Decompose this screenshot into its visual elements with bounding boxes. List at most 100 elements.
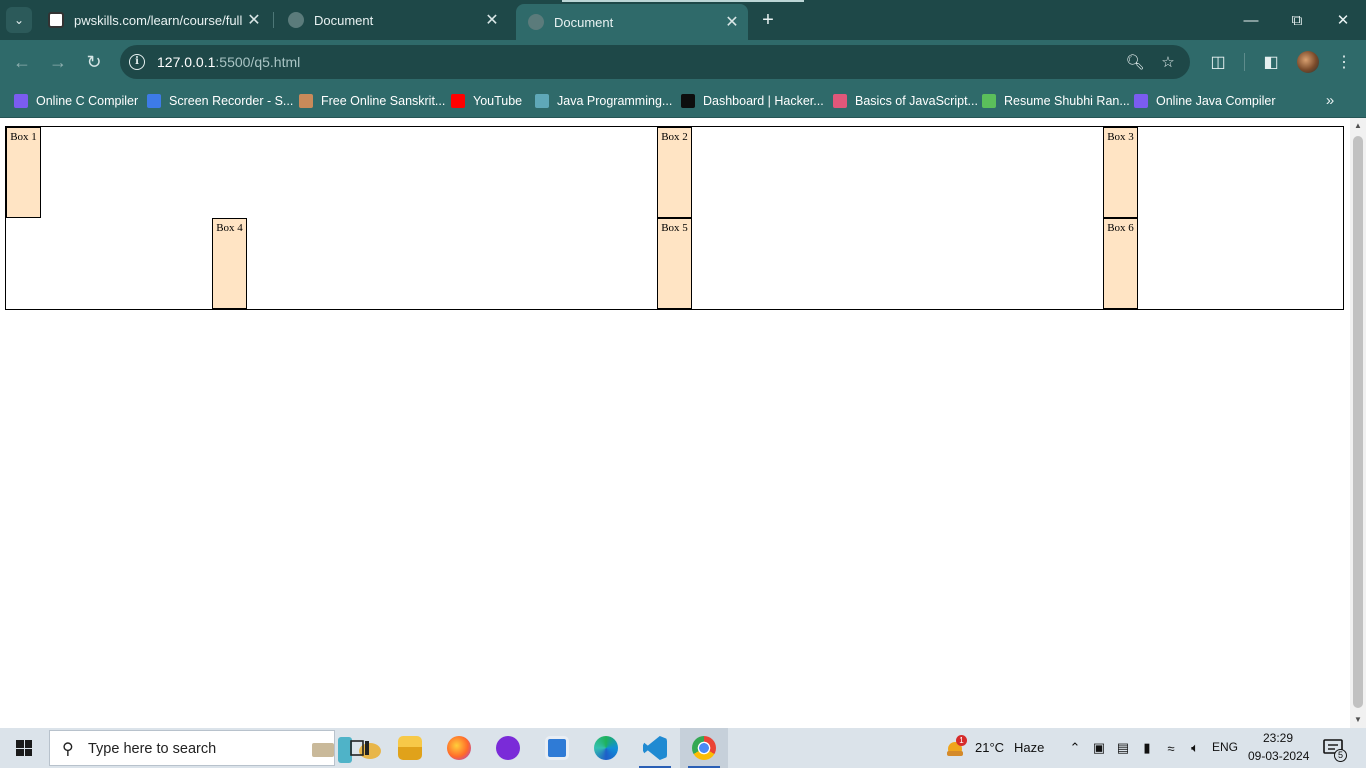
bookmarks-bar: Online C Compiler Screen Recorder - S...… bbox=[0, 84, 1366, 118]
bookmark-java-programming[interactable]: Java Programming... bbox=[535, 92, 672, 110]
bookmark-youtube[interactable]: YouTube bbox=[451, 92, 522, 110]
tab-separator bbox=[273, 12, 274, 28]
mask-app-icon bbox=[496, 736, 520, 760]
toolbar-separator bbox=[1244, 53, 1245, 71]
volume-speaker-icon[interactable]: 🔈︎ bbox=[1185, 738, 1205, 758]
search-placeholder: Type here to search bbox=[88, 741, 217, 757]
task-view-button[interactable] bbox=[336, 728, 384, 768]
task-view-icon bbox=[350, 740, 369, 756]
compiler-icon bbox=[1134, 94, 1148, 108]
clock-date[interactable]: 09-03-2024 bbox=[1248, 749, 1309, 763]
vscode-icon bbox=[643, 736, 667, 760]
notification-count-badge: 5 bbox=[1334, 749, 1347, 762]
bookmark-label: YouTube bbox=[473, 94, 523, 108]
reload-icon[interactable]: ↻ bbox=[80, 48, 108, 76]
scrollbar-thumb[interactable] bbox=[1353, 136, 1363, 708]
weather-condition[interactable]: Haze bbox=[1014, 740, 1044, 755]
more-bookmarks-chevron-icon[interactable]: » bbox=[1318, 90, 1342, 112]
display-icon[interactable]: ▤ bbox=[1113, 738, 1133, 758]
taskbar-search-box[interactable]: ⚲ Type here to search bbox=[49, 730, 381, 766]
app-button[interactable] bbox=[484, 728, 532, 768]
box-6: Box 6 bbox=[1103, 218, 1138, 309]
bookmark-online-c-compiler[interactable]: Online C Compiler bbox=[14, 92, 138, 110]
windows-taskbar: ⚲ Type here to search 1 21°C Haze ⌃ ▣ ▤ … bbox=[0, 728, 1366, 768]
weather-temperature[interactable]: 21°C bbox=[975, 740, 1004, 755]
start-button[interactable] bbox=[0, 728, 48, 768]
hackerrank-icon bbox=[681, 94, 695, 108]
bookmark-screen-recorder[interactable]: Screen Recorder - S... bbox=[147, 92, 293, 110]
java-programming-icon bbox=[535, 94, 549, 108]
forward-arrow-icon[interactable]: → bbox=[44, 48, 72, 76]
tab-document-1[interactable]: Document ✕ bbox=[276, 0, 508, 40]
office-icon bbox=[545, 736, 569, 760]
close-tab-icon[interactable]: ✕ bbox=[480, 10, 504, 30]
show-hidden-icons-chevron-icon[interactable]: ⌃ bbox=[1065, 738, 1085, 758]
pwskills-icon bbox=[48, 12, 64, 28]
bookmark-sanskrit[interactable]: Free Online Sanskrit... bbox=[299, 92, 445, 110]
new-tab-plus-icon[interactable]: + bbox=[756, 8, 780, 32]
site-info-icon[interactable]: i bbox=[129, 54, 145, 70]
address-bar[interactable]: i 127.0.0.1:5500/q5.html 🔍︎ ☆ bbox=[120, 45, 1190, 79]
bookmark-label: Online C Compiler bbox=[36, 94, 139, 108]
back-arrow-icon[interactable]: ← bbox=[8, 48, 36, 76]
bookmark-label: Screen Recorder - S... bbox=[169, 94, 294, 108]
folder-icon bbox=[398, 736, 422, 760]
weather-alert-badge: 1 bbox=[956, 735, 967, 746]
url-text[interactable]: 127.0.0.1:5500/q5.html bbox=[157, 54, 300, 70]
office-app-button[interactable] bbox=[533, 728, 581, 768]
bookmark-label: Java Programming... bbox=[557, 94, 673, 108]
vertical-scrollbar[interactable]: ▲ ▼ bbox=[1350, 118, 1366, 728]
tab-pwskills[interactable]: pwskills.com/learn/course/full-s ✕ bbox=[36, 0, 270, 40]
restore-icon[interactable]: ⧉ bbox=[1274, 0, 1320, 40]
close-tab-icon[interactable]: ✕ bbox=[720, 12, 744, 32]
battery-icon[interactable]: ▮ bbox=[1137, 738, 1157, 758]
url-host: 127.0.0.1 bbox=[157, 54, 216, 70]
tab-document-active[interactable]: Document ✕ bbox=[516, 4, 748, 40]
side-panel-icon[interactable]: ◧ bbox=[1258, 49, 1284, 75]
clock-time[interactable]: 23:29 bbox=[1263, 731, 1293, 745]
bookmark-hackerrank[interactable]: Dashboard | Hacker... bbox=[681, 92, 824, 110]
edge-icon bbox=[594, 736, 618, 760]
tab-title: Document bbox=[314, 12, 374, 28]
bookmark-label: Resume Shubhi Ran... bbox=[1004, 94, 1130, 108]
scroll-up-arrow-icon[interactable]: ▲ bbox=[1350, 118, 1366, 134]
close-window-icon[interactable]: ✕ bbox=[1320, 0, 1366, 40]
close-tab-icon[interactable]: ✕ bbox=[242, 10, 266, 30]
youtube-icon bbox=[451, 94, 465, 108]
javascript-icon bbox=[833, 94, 847, 108]
bookmark-label: Basics of JavaScript... bbox=[855, 94, 978, 108]
windows-logo-icon bbox=[16, 740, 32, 756]
more-menu-kebab-icon[interactable]: ⋮ bbox=[1331, 49, 1357, 75]
bookmark-javascript-basics[interactable]: Basics of JavaScript... bbox=[833, 92, 978, 110]
extensions-puzzle-icon[interactable]: ◫ bbox=[1205, 49, 1231, 75]
tab-title: Document bbox=[554, 14, 614, 30]
bookmark-online-java-compiler[interactable]: Online Java Compiler bbox=[1134, 92, 1276, 110]
file-explorer-button[interactable] bbox=[386, 728, 434, 768]
profile-avatar[interactable] bbox=[1297, 51, 1319, 73]
box-1: Box 1 bbox=[6, 127, 41, 218]
browser-tab-strip: ⌄ pwskills.com/learn/course/full-s ✕ Doc… bbox=[0, 0, 1366, 40]
zoom-magnifier-icon[interactable]: 🔍︎ bbox=[1124, 51, 1146, 73]
chrome-button[interactable] bbox=[680, 728, 728, 768]
box-3: Box 3 bbox=[1103, 127, 1138, 218]
firefox-button[interactable] bbox=[435, 728, 483, 768]
globe-icon bbox=[528, 14, 544, 30]
meet-camera-icon[interactable]: ▣ bbox=[1089, 738, 1109, 758]
browser-toolbar: ← → ↻ i 127.0.0.1:5500/q5.html 🔍︎ ☆ ◫ ◧ … bbox=[0, 40, 1366, 84]
bookmark-label: Online Java Compiler bbox=[1156, 94, 1276, 108]
wifi-icon[interactable]: ≈ bbox=[1161, 738, 1181, 758]
chrome-icon bbox=[692, 736, 716, 760]
search-icon: ⚲ bbox=[62, 741, 74, 758]
scroll-down-arrow-icon[interactable]: ▼ bbox=[1350, 712, 1366, 728]
bookmark-label: Dashboard | Hacker... bbox=[703, 94, 824, 108]
tab-search-chevron-icon[interactable]: ⌄ bbox=[6, 7, 32, 33]
minimize-icon[interactable]: — bbox=[1228, 0, 1274, 40]
box-2: Box 2 bbox=[657, 127, 692, 218]
edge-button[interactable] bbox=[582, 728, 630, 768]
bookmark-star-icon[interactable]: ☆ bbox=[1157, 51, 1179, 73]
sanskrit-icon bbox=[299, 94, 313, 108]
language-indicator[interactable]: ENG bbox=[1212, 740, 1238, 754]
vscode-button[interactable] bbox=[631, 728, 679, 768]
url-path: :5500/q5.html bbox=[215, 54, 301, 70]
bookmark-resume[interactable]: Resume Shubhi Ran... bbox=[982, 92, 1130, 110]
